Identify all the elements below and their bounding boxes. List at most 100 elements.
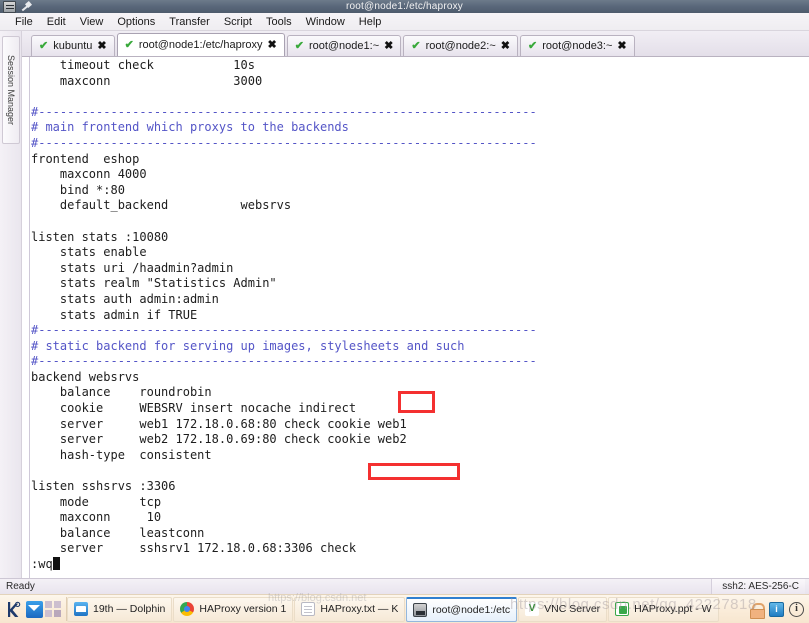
- tab-root-node1-etc-haproxy[interactable]: ✔ root@node1:/etc/haproxy ✖: [116, 33, 285, 56]
- task-dolphin[interactable]: 19th — Dolphin: [67, 596, 173, 622]
- task-label: HAProxy.txt — K: [320, 603, 399, 615]
- chrome-icon: [180, 602, 195, 616]
- app-root: root@node1:/etc/haproxy File Edit View O…: [0, 0, 809, 623]
- update-icon[interactable]: i: [769, 601, 784, 617]
- terminal-line: # static backend for serving up images, …: [31, 338, 465, 353]
- task-label: VNC Server: [544, 603, 601, 615]
- highlight-box-cookie: [398, 391, 435, 413]
- quick-launch-group: [24, 597, 67, 621]
- highlight-box-hashtype: [368, 463, 460, 480]
- kde-k-menu-icon[interactable]: [2, 597, 24, 621]
- menubar: File Edit View Options Transfer Script T…: [0, 13, 809, 31]
- menu-window[interactable]: Window: [299, 15, 352, 29]
- terminal-line: server sshsrv1 172.18.0.68:3306 check: [31, 541, 357, 556]
- terminal-gutter: [22, 57, 30, 578]
- terminal-line: default_backend websrvs: [31, 198, 292, 213]
- tab-label: root@node2:~: [425, 40, 496, 52]
- terminal-line: cookie WEBSRV insert nocache indirect: [31, 401, 357, 416]
- titlebar-icon-group: [3, 0, 32, 13]
- show-desktop-icon[interactable]: [45, 600, 62, 618]
- terminal-pane[interactable]: timeout check 10s maxconn 3000 #--------…: [22, 57, 809, 578]
- session-manager-tab[interactable]: Session Manager: [2, 36, 20, 144]
- window-titlebar: root@node1:/etc/haproxy: [0, 0, 809, 13]
- tab-root-node1-home[interactable]: ✔ root@node1:~ ✖: [286, 35, 402, 56]
- terminal-line: stats auth admin:admin: [31, 291, 219, 306]
- terminal-line: listen stats :10080: [31, 229, 169, 244]
- terminal-line: bind *:80: [31, 182, 125, 197]
- task-vnc-server[interactable]: V VNC Server: [518, 596, 608, 622]
- terminal-line: stats uri /haadmin?admin: [31, 260, 234, 275]
- window-title: root@node1:/etc/haproxy: [345, 1, 464, 12]
- menu-file[interactable]: File: [8, 15, 40, 29]
- tab-label: root@node1:~: [308, 40, 380, 52]
- tab-root-node3-home[interactable]: ✔ root@node3:~ ✖: [520, 35, 635, 56]
- tab-status-check-icon: ✔: [294, 39, 304, 52]
- terminal-line: stats realm "Statistics Admin": [31, 276, 277, 291]
- menu-tools[interactable]: Tools: [259, 15, 299, 29]
- terminal-line: backend websrvs: [31, 369, 140, 384]
- terminal-line: #---------------------------------------…: [31, 135, 537, 150]
- task-label: HAProxy version 1: [199, 603, 287, 615]
- mail-icon[interactable]: [26, 600, 43, 618]
- tab-kubuntu[interactable]: ✔ kubuntu ✖: [31, 35, 115, 56]
- task-label: HAProxy.ppt - W: [634, 603, 712, 615]
- task-haproxy-txt[interactable]: HAProxy.txt — K: [294, 596, 406, 622]
- tab-status-check-icon: ✔: [528, 39, 538, 52]
- terminal-line: #---------------------------------------…: [31, 323, 537, 338]
- menu-edit[interactable]: Edit: [40, 15, 73, 29]
- task-label: root@node1:/etc: [432, 603, 511, 616]
- terminal-line: #---------------------------------------…: [31, 354, 537, 369]
- terminal-line: hash-type consistent: [31, 447, 212, 462]
- terminal-line: listen sshsrvs :3306: [31, 479, 176, 494]
- terminal-command-text: :wq: [31, 557, 53, 571]
- tab-status-check-icon: ✔: [411, 39, 421, 52]
- powerpoint-icon: [615, 602, 630, 616]
- tab-close-icon[interactable]: ✖: [97, 40, 106, 52]
- tab-bar: ✔ kubuntu ✖ ✔ root@node1:/etc/haproxy ✖ …: [22, 31, 809, 57]
- task-root-node1[interactable]: root@node1:/etc: [406, 596, 518, 622]
- task-haproxy-version[interactable]: HAProxy version 1: [173, 596, 294, 622]
- pin-icon[interactable]: [20, 1, 32, 13]
- tab-close-icon[interactable]: ✖: [384, 40, 393, 52]
- info-icon[interactable]: i: [789, 601, 804, 617]
- status-bar: Ready ssh2: AES-256-C: [0, 578, 809, 594]
- vnc-icon: V: [525, 602, 540, 616]
- terminal-line: stats admin if TRUE: [31, 307, 198, 322]
- tab-root-node2-home[interactable]: ✔ root@node2:~ ✖: [403, 35, 518, 56]
- task-label: 19th — Dolphin: [93, 603, 166, 615]
- terminal-line: maxconn 3000: [31, 73, 263, 88]
- terminal-line: balance roundrobin: [31, 385, 212, 400]
- menu-transfer[interactable]: Transfer: [162, 15, 217, 29]
- lock-icon[interactable]: [749, 602, 765, 619]
- terminal-cursor: [52, 557, 60, 570]
- terminal-line: #---------------------------------------…: [31, 104, 537, 119]
- terminal-line: stats enable: [31, 245, 147, 260]
- terminal-line: server web1 172.18.0.68:80 check cookie …: [31, 416, 407, 431]
- menu-script[interactable]: Script: [217, 15, 259, 29]
- task-haproxy-ppt[interactable]: HAProxy.ppt - W: [608, 596, 719, 622]
- terminal-icon: [413, 602, 428, 617]
- status-text: Ready: [6, 581, 35, 592]
- document-icon: [301, 602, 316, 616]
- taskbar: 19th — Dolphin HAProxy version 1 HAProxy…: [0, 594, 809, 623]
- tab-close-icon[interactable]: ✖: [501, 40, 510, 52]
- menu-help[interactable]: Help: [352, 15, 389, 29]
- tab-close-icon[interactable]: ✖: [268, 39, 277, 51]
- task-list: 19th — Dolphin HAProxy version 1 HAProxy…: [67, 596, 743, 623]
- terminal-command-line: :wq: [31, 557, 537, 573]
- tab-label: root@node3:~: [542, 40, 613, 52]
- terminal-line: maxconn 4000: [31, 167, 147, 182]
- tab-label: root@node1:/etc/haproxy: [138, 39, 263, 51]
- tab-close-icon[interactable]: ✖: [617, 40, 626, 52]
- terminal-line: server web2 172.18.0.69:80 check cookie …: [31, 432, 407, 447]
- dolphin-icon: [74, 602, 88, 616]
- terminal-icon: [3, 0, 16, 13]
- tab-status-check-icon: ✔: [39, 39, 49, 52]
- terminal-line: mode tcp: [31, 494, 162, 509]
- menu-view[interactable]: View: [73, 15, 111, 29]
- menu-options[interactable]: Options: [110, 15, 162, 29]
- terminal-text: timeout check 10s maxconn 3000 #--------…: [31, 58, 537, 573]
